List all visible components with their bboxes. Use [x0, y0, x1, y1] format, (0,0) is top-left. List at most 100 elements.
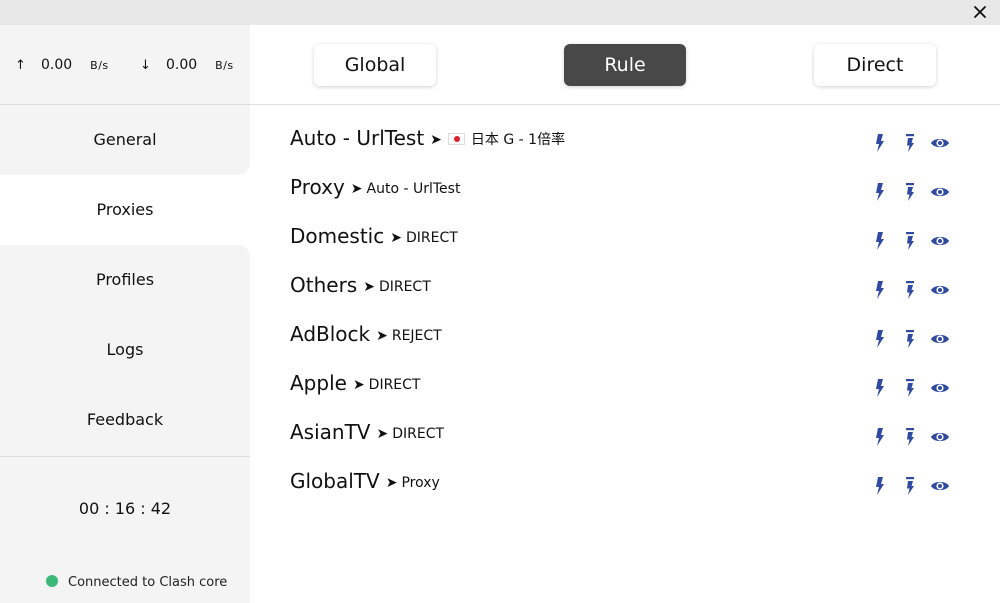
- selected-proxy-label: DIRECT: [392, 426, 445, 442]
- selected-proxy-label: Auto - UrlTest: [366, 181, 461, 197]
- proxy-group-row[interactable]: Domestic ➤ DIRECT: [290, 215, 980, 264]
- proxy-group-label: Proxy: [290, 175, 345, 199]
- arrow-right-icon: ➤: [385, 475, 398, 491]
- selected-proxy: 日本 G - 1倍率: [446, 129, 565, 149]
- upload-value: 0.00: [41, 57, 73, 73]
- selected-proxy: Auto - UrlTest: [367, 181, 461, 197]
- proxy-group-label: AsianTV: [290, 420, 371, 444]
- upload-unit: B/s: [90, 59, 109, 72]
- view-icon[interactable]: [930, 280, 950, 300]
- selected-proxy-label: DIRECT: [378, 279, 431, 295]
- selected-proxy: DIRECT: [369, 377, 421, 393]
- proxy-group-row[interactable]: Proxy ➤ Auto - UrlTest: [290, 166, 980, 215]
- proxy-group-label: Domestic: [290, 224, 385, 248]
- arrow-right-icon: ➤: [430, 132, 442, 148]
- arrow-right-icon: ➤: [376, 328, 388, 344]
- nav-item-logs[interactable]: Logs: [0, 315, 250, 385]
- nav-item-proxies[interactable]: Proxies: [0, 175, 250, 245]
- proxy-group-label: Auto - UrlTest: [290, 126, 425, 150]
- latency-test-icon[interactable]: [870, 231, 890, 251]
- download-arrow-icon: ↓: [140, 58, 151, 73]
- download-value: 0.00: [166, 57, 198, 73]
- selected-proxy: DIRECT: [392, 426, 444, 442]
- selected-proxy-label: 日本 G - 1倍率: [470, 132, 566, 148]
- latency-test-icon[interactable]: [870, 133, 890, 153]
- view-icon[interactable]: [930, 427, 950, 447]
- proxy-group-label: GlobalTV: [290, 469, 380, 493]
- arrow-right-icon: ➤: [376, 426, 389, 442]
- proxy-group-name[interactable]: Proxy ➤ Auto - UrlTest: [290, 175, 460, 199]
- proxy-group-list: Auto - UrlTest ➤ 日本 G - 1倍率 Proxy ➤ Auto - Ur…: [290, 117, 980, 509]
- latency-test-icon[interactable]: [870, 329, 890, 349]
- latency-test-icon[interactable]: [870, 378, 890, 398]
- connection-status: Connected to Clash core: [46, 575, 227, 590]
- latency-test-icon[interactable]: [870, 476, 890, 496]
- proxy-group-name[interactable]: Auto - UrlTest ➤ 日本 G - 1倍率: [290, 126, 565, 150]
- status-text: Connected to Clash core: [68, 575, 228, 590]
- uptime-timer: 00 : 16 : 42: [78, 499, 172, 518]
- proxy-group-name[interactable]: AsianTV ➤ DIRECT: [290, 420, 444, 444]
- proxy-group-row[interactable]: Auto - UrlTest ➤ 日本 G - 1倍率: [290, 117, 980, 166]
- latency-test-icon[interactable]: [870, 280, 890, 300]
- view-icon[interactable]: [930, 182, 950, 202]
- view-icon[interactable]: [930, 378, 950, 398]
- proxy-group-row[interactable]: AdBlock ➤ REJECT: [290, 313, 980, 362]
- group-test-icon[interactable]: [900, 182, 920, 202]
- proxy-group-name[interactable]: Others ➤ DIRECT: [290, 273, 431, 297]
- proxy-group-label: Apple: [290, 371, 347, 395]
- nav-menu: General Proxies Profiles Logs Feedback: [0, 105, 250, 455]
- arrow-right-icon: ➤: [350, 181, 363, 197]
- mode-global-button[interactable]: Global: [314, 44, 436, 86]
- proxy-group-label: AdBlock: [290, 322, 371, 346]
- arrow-right-icon: ➤: [352, 377, 365, 393]
- selected-proxy: REJECT: [392, 328, 442, 344]
- proxy-group-row[interactable]: GlobalTV ➤ Proxy: [290, 460, 980, 509]
- arrow-right-icon: ➤: [363, 279, 375, 295]
- proxy-group-name[interactable]: AdBlock ➤ REJECT: [290, 322, 442, 346]
- arrow-right-icon: ➤: [390, 230, 402, 246]
- group-test-icon[interactable]: [900, 280, 920, 300]
- title-bar: [0, 0, 1000, 25]
- proxy-group-name[interactable]: Apple ➤ DIRECT: [290, 371, 420, 395]
- group-test-icon[interactable]: [900, 427, 920, 447]
- sidebar: ↑ 0.00 B/s ↓ 0.00 B/s General Proxies Profil…: [0, 25, 250, 603]
- latency-test-icon[interactable]: [870, 182, 890, 202]
- view-icon[interactable]: [930, 133, 950, 153]
- proxy-group-row[interactable]: Apple ➤ DIRECT: [290, 362, 980, 411]
- selected-proxy-label: DIRECT: [368, 377, 421, 393]
- sidebar-divider: [0, 456, 250, 457]
- japan-flag-icon: [447, 133, 465, 145]
- selected-proxy: Proxy: [401, 475, 439, 491]
- nav-item-feedback[interactable]: Feedback: [0, 385, 250, 455]
- traffic-speed: ↑ 0.00 B/s ↓ 0.00 B/s: [0, 25, 250, 105]
- group-test-icon[interactable]: [900, 133, 920, 153]
- selected-proxy-label: REJECT: [391, 328, 442, 344]
- download-unit: B/s: [215, 59, 234, 72]
- upload-arrow-icon: ↑: [15, 58, 26, 73]
- latency-test-icon[interactable]: [870, 427, 890, 447]
- nav-item-general[interactable]: General: [0, 105, 250, 175]
- selected-proxy-label: Proxy: [401, 475, 440, 491]
- proxy-group-name[interactable]: GlobalTV ➤ Proxy: [290, 469, 440, 493]
- group-test-icon[interactable]: [900, 378, 920, 398]
- proxy-group-name[interactable]: Domestic ➤ DIRECT: [290, 224, 458, 248]
- proxy-group-row[interactable]: Others ➤ DIRECT: [290, 264, 980, 313]
- view-icon[interactable]: [930, 231, 950, 251]
- group-test-icon[interactable]: [900, 231, 920, 251]
- view-icon[interactable]: [930, 476, 950, 496]
- proxy-group-row[interactable]: AsianTV ➤ DIRECT: [290, 411, 980, 460]
- status-dot-icon: [46, 575, 58, 587]
- view-icon[interactable]: [930, 329, 950, 349]
- download-speed: ↓ 0.00 B/s: [140, 57, 234, 73]
- mode-selector: Global Rule Direct: [250, 25, 1000, 105]
- proxy-group-label: Others: [290, 273, 358, 297]
- group-test-icon[interactable]: [900, 329, 920, 349]
- upload-speed: ↑ 0.00 B/s: [15, 57, 109, 73]
- close-icon[interactable]: [972, 4, 988, 20]
- mode-rule-button[interactable]: Rule: [564, 44, 686, 86]
- mode-direct-button[interactable]: Direct: [814, 44, 936, 86]
- nav-item-profiles[interactable]: Profiles: [0, 245, 250, 315]
- selected-proxy-label: DIRECT: [405, 230, 458, 246]
- selected-proxy: DIRECT: [379, 279, 431, 295]
- group-test-icon[interactable]: [900, 476, 920, 496]
